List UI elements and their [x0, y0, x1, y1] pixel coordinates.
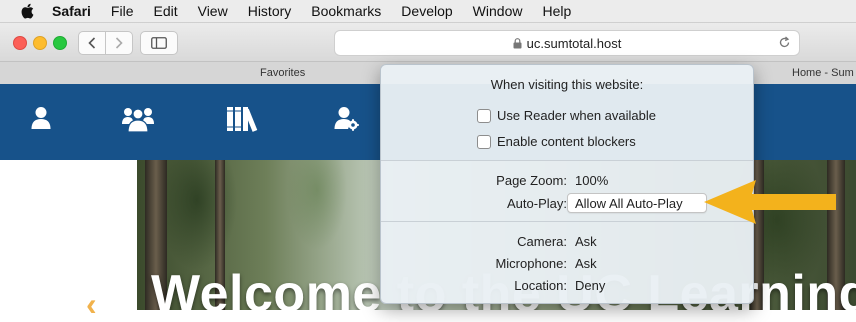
zoom-window-button[interactable]: [53, 36, 67, 50]
menu-history[interactable]: History: [248, 3, 292, 19]
apple-logo-icon[interactable]: [20, 3, 34, 19]
menu-app-name[interactable]: Safari: [52, 3, 91, 19]
user-icon[interactable]: [31, 106, 51, 130]
page-zoom-label: Page Zoom:: [496, 173, 567, 188]
microphone-label: Microphone:: [495, 256, 567, 271]
annotation-arrow-icon: [704, 180, 836, 224]
annotation-arrow-shape: [704, 180, 836, 224]
microphone-value[interactable]: Ask: [575, 256, 597, 271]
location-value[interactable]: Deny: [575, 278, 605, 293]
carousel-left-gutter: [0, 160, 137, 310]
forward-button[interactable]: [105, 32, 132, 54]
location-label: Location:: [514, 278, 567, 293]
carousel-previous-icon[interactable]: ‹: [86, 288, 97, 320]
content-blockers-option[interactable]: Enable content blockers: [477, 134, 636, 149]
menu-bar: Safari File Edit View History Bookmarks …: [0, 0, 856, 23]
use-reader-checkbox[interactable]: [477, 108, 491, 123]
use-reader-label: Use Reader when available: [497, 108, 656, 123]
auto-play-label: Auto-Play:: [507, 196, 567, 211]
website-settings-popover: When visiting this website: Use Reader w…: [380, 64, 754, 304]
chevron-left-icon: [88, 37, 96, 49]
favorites-label[interactable]: Favorites: [260, 67, 305, 79]
use-reader-option[interactable]: Use Reader when available: [477, 108, 656, 123]
separator: [381, 221, 753, 222]
user-settings-icon[interactable]: [334, 106, 360, 132]
library-books-icon[interactable]: [226, 106, 260, 132]
menu-help[interactable]: Help: [542, 3, 571, 19]
group-icon[interactable]: [122, 106, 154, 132]
popover-title: When visiting this website:: [490, 77, 644, 92]
chevron-right-icon: [115, 37, 123, 49]
camera-label: Camera:: [517, 234, 567, 249]
camera-value[interactable]: Ask: [575, 234, 597, 249]
url-text: uc.sumtotal.host: [526, 35, 622, 51]
menu-view[interactable]: View: [198, 3, 228, 19]
close-window-button[interactable]: [13, 36, 27, 50]
content-blockers-checkbox[interactable]: [477, 134, 491, 149]
menu-file[interactable]: File: [111, 3, 134, 19]
page-zoom-value[interactable]: 100%: [575, 173, 608, 188]
content-blockers-label: Enable content blockers: [497, 134, 636, 149]
back-button[interactable]: [79, 32, 105, 54]
menu-window[interactable]: Window: [473, 3, 523, 19]
menu-bookmarks[interactable]: Bookmarks: [311, 3, 381, 19]
tab-home[interactable]: Home - Sum: [792, 67, 854, 79]
sidebar-icon: [151, 37, 167, 49]
address-bar[interactable]: uc.sumtotal.host: [334, 30, 800, 56]
menu-develop[interactable]: Develop: [401, 3, 452, 19]
auto-play-select[interactable]: Allow All Auto-Play: [567, 193, 707, 213]
minimize-window-button[interactable]: [33, 36, 47, 50]
lock-icon: [513, 37, 522, 48]
menu-edit[interactable]: Edit: [153, 3, 177, 19]
reload-icon[interactable]: [778, 36, 791, 49]
browser-toolbar: uc.sumtotal.host: [0, 23, 856, 61]
history-navigation: [78, 31, 133, 55]
separator: [381, 160, 753, 161]
show-sidebar-button[interactable]: [140, 31, 178, 55]
